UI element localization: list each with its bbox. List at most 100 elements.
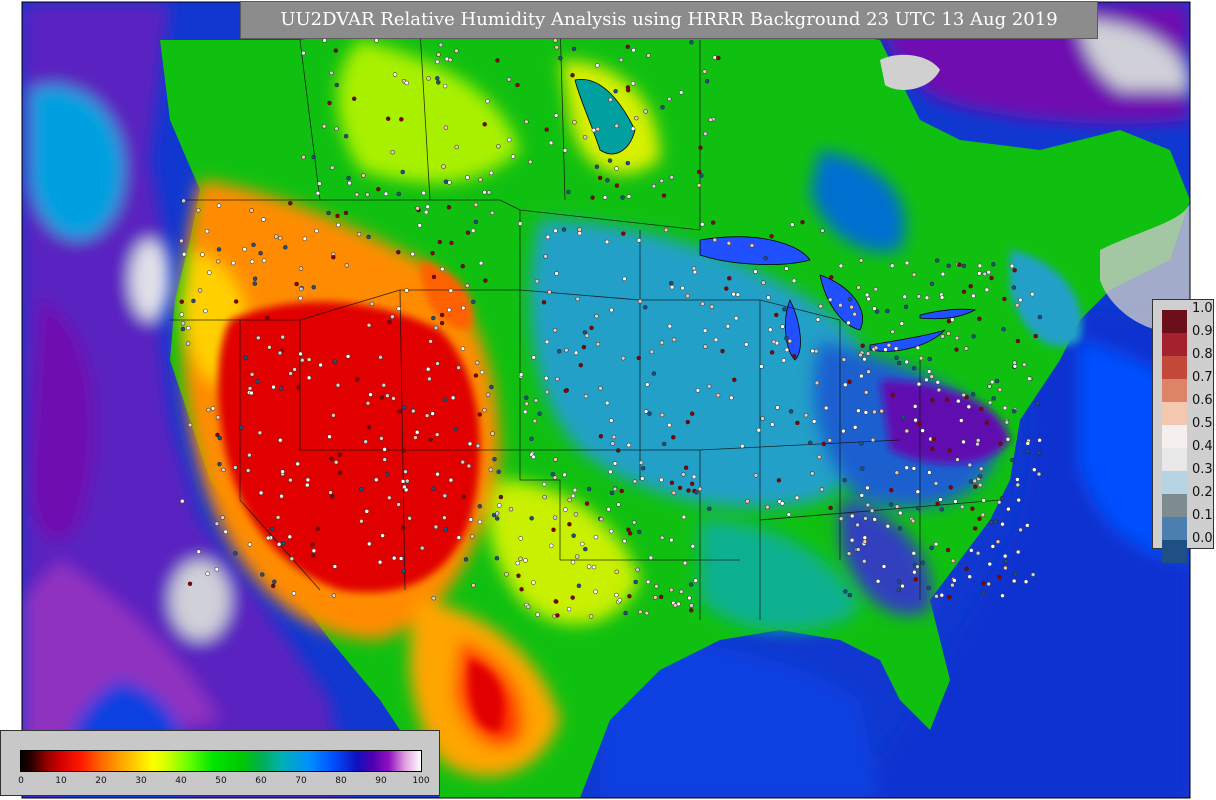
- station-dot: [301, 50, 306, 56]
- station-dot: [916, 505, 921, 511]
- station-dot: [477, 519, 483, 525]
- station-dot: [865, 485, 870, 491]
- station-dot: [518, 372, 524, 377]
- station-dot: [435, 59, 440, 65]
- station-dot: [626, 527, 631, 532]
- station-dot: [869, 508, 875, 513]
- station-dot: [671, 337, 677, 342]
- station-dot: [622, 538, 627, 544]
- station-dot: [654, 584, 659, 589]
- station-dot: [660, 105, 665, 110]
- station-dot: [696, 183, 702, 188]
- station-dot: [926, 585, 931, 591]
- station-dot: [321, 124, 327, 129]
- station-dot: [425, 204, 430, 209]
- station-dot: [197, 288, 203, 293]
- station-dot: [450, 395, 456, 401]
- station-dot: [524, 395, 529, 400]
- station-dot: [1011, 578, 1017, 584]
- station-dot: [790, 222, 795, 227]
- station-dot: [387, 319, 392, 325]
- station-dot: [374, 38, 379, 43]
- station-dot: [614, 569, 619, 575]
- station-dot: [322, 38, 327, 43]
- station-dot: [523, 558, 528, 563]
- station-dot: [612, 486, 618, 492]
- station-dot: [898, 510, 903, 516]
- station-dot: [781, 358, 787, 363]
- station-dot: [411, 408, 416, 414]
- station-dot: [631, 47, 636, 53]
- station-dot: [952, 578, 957, 583]
- station-dot: [724, 286, 729, 291]
- station-dot: [936, 387, 942, 393]
- station-dot: [515, 82, 520, 88]
- station-dot: [926, 369, 932, 374]
- station-dot: [689, 411, 695, 416]
- station-dot: [437, 239, 443, 245]
- station-dot: [280, 469, 285, 474]
- station-dot: [842, 477, 847, 483]
- station-dot: [686, 488, 691, 493]
- station-dot: [643, 109, 648, 114]
- station-dot: [276, 542, 282, 547]
- station-dot: [575, 296, 580, 302]
- station-dot: [532, 418, 538, 424]
- station-dot: [653, 595, 658, 600]
- station-dot: [311, 284, 316, 290]
- station-dot: [573, 350, 579, 356]
- station-dot: [661, 193, 667, 198]
- station-dot: [288, 477, 293, 483]
- station-dot: [485, 392, 491, 397]
- station-dot: [929, 545, 934, 551]
- station-dot: [873, 286, 879, 292]
- station-dot: [658, 594, 664, 600]
- station-dot: [725, 324, 731, 329]
- station-dot: [574, 554, 580, 559]
- station-dot: [620, 195, 625, 200]
- station-dot: [903, 304, 909, 310]
- station-dot: [365, 192, 370, 197]
- station-dot: [305, 477, 311, 483]
- station-dot: [815, 317, 821, 322]
- station-dot: [602, 195, 608, 200]
- station-dot: [436, 52, 441, 57]
- station-value-legend: 1.0 0.9 0.8 0.7 0.6 0.5 0.4 0.3 0.2 0.1 0.0: [1152, 299, 1214, 563]
- station-dot: [944, 397, 950, 402]
- station-dot: [667, 323, 673, 329]
- station-dot: [271, 384, 276, 390]
- station-dot: [634, 115, 639, 121]
- station-dot: [185, 341, 191, 346]
- station-dot: [625, 160, 631, 166]
- station-dot: [233, 551, 238, 556]
- station-dot: [915, 489, 921, 494]
- station-dot: [428, 437, 433, 442]
- station-dot: [648, 555, 654, 561]
- station-dot: [369, 301, 375, 307]
- station-dot: [1018, 297, 1023, 303]
- station-dot: [593, 589, 598, 594]
- station-dot: [562, 472, 567, 478]
- station-dot: [847, 297, 853, 302]
- station-dot: [442, 397, 448, 403]
- station-dot: [368, 392, 373, 397]
- station-dot: [889, 263, 895, 268]
- station-dot: [920, 428, 925, 433]
- station-dot: [647, 411, 652, 416]
- station-dot: [631, 520, 637, 525]
- station-dot: [938, 497, 943, 502]
- station-dot: [689, 608, 694, 613]
- station-dot: [852, 425, 858, 430]
- colorbar-tick: 100: [412, 776, 430, 786]
- station-dot: [294, 281, 299, 287]
- station-dot: [613, 88, 618, 94]
- station-dot: [632, 479, 638, 484]
- station-dot: [668, 280, 674, 286]
- station-dot: [1011, 408, 1017, 414]
- station-dot: [763, 255, 768, 261]
- station-dot: [265, 315, 270, 321]
- station-dot: [810, 348, 815, 354]
- station-dot: [529, 516, 534, 521]
- station-dot: [494, 516, 500, 521]
- station-dot: [885, 308, 890, 314]
